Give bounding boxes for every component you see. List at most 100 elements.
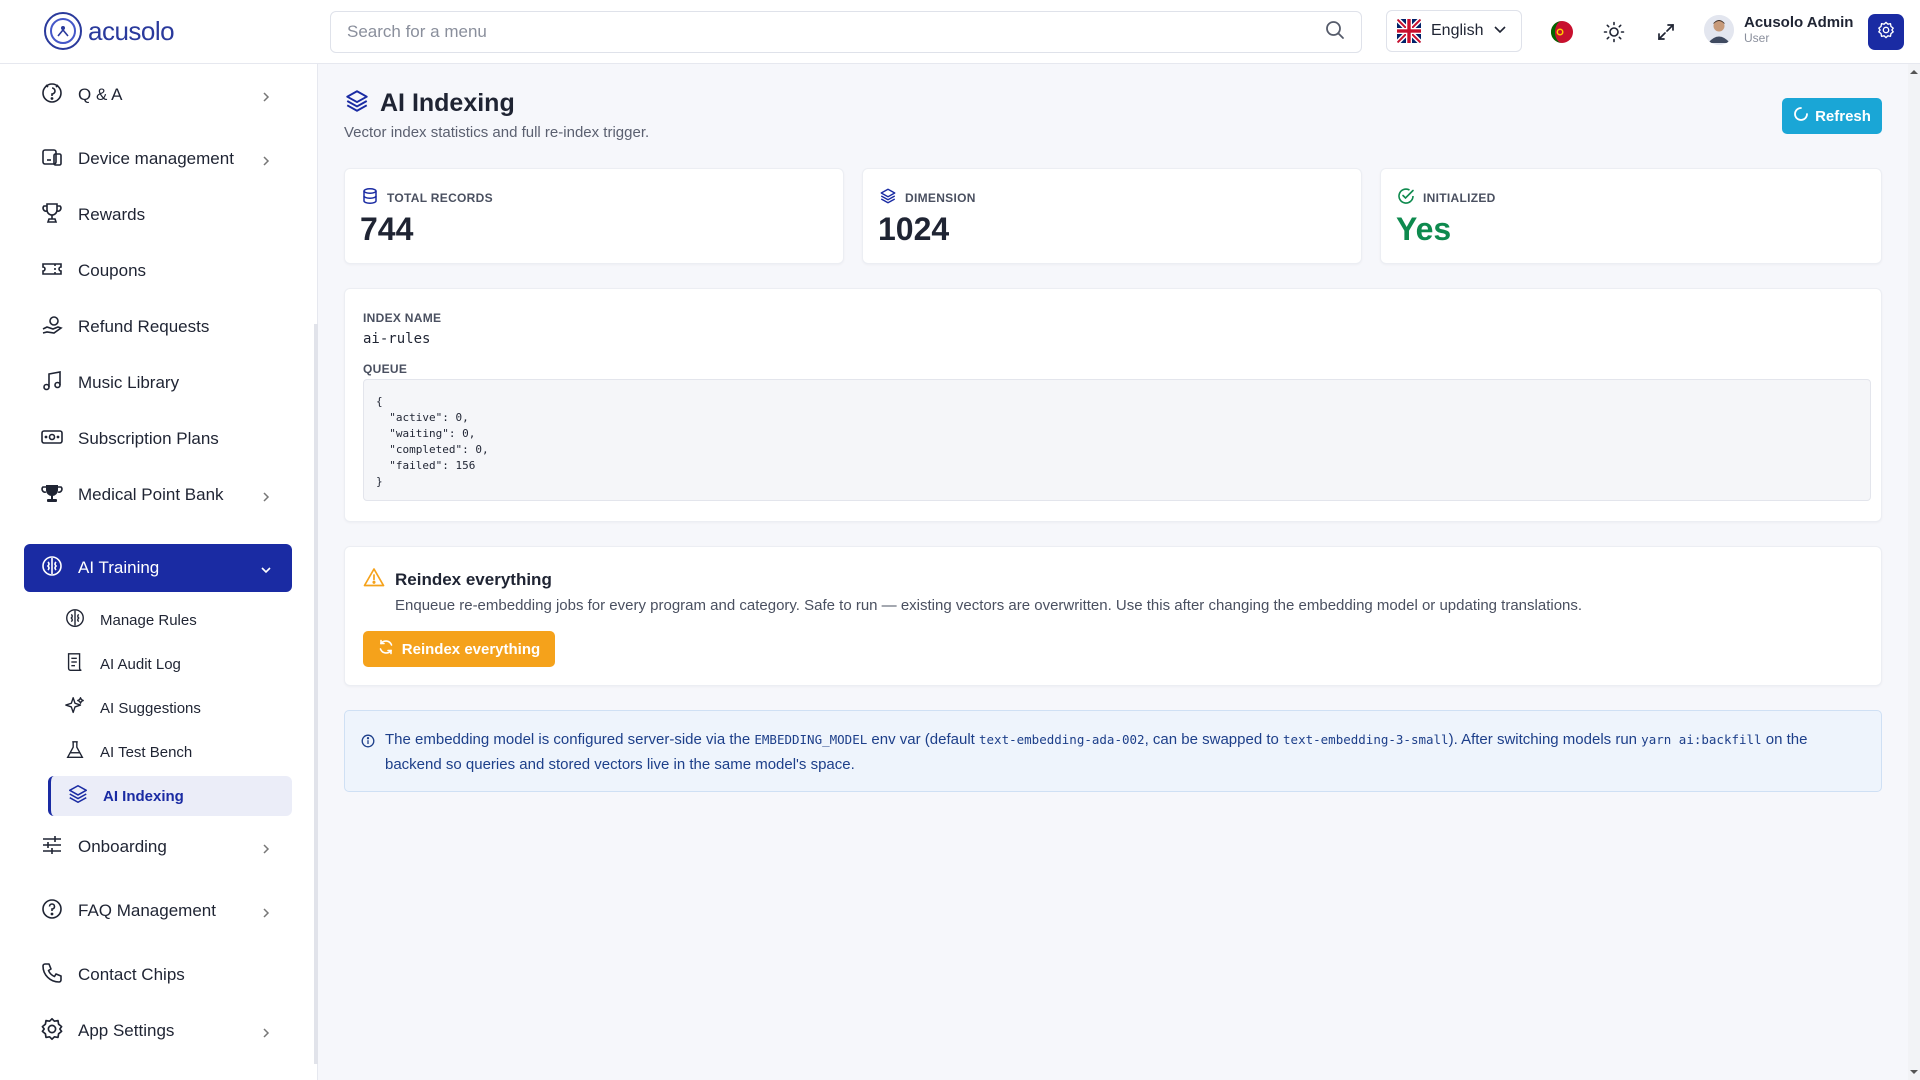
sidebar-item-coupons[interactable]: Coupons — [24, 247, 292, 295]
language-selector[interactable]: English — [1386, 10, 1522, 52]
reindex-title: Reindex everything — [395, 569, 552, 589]
sidebar-item-app-settings[interactable]: App Settings — [24, 1007, 292, 1055]
avatar — [1704, 14, 1734, 45]
stat-value: 1024 — [878, 211, 950, 247]
language-label: English — [1431, 22, 1484, 39]
sidebar-subitem-ai-test-bench[interactable]: AI Test Bench — [48, 732, 292, 772]
fullscreen-icon[interactable] — [1650, 16, 1682, 48]
queue-json: { "active": 0, "waiting": 0, "completed"… — [363, 379, 1871, 501]
stat-label: INITIALIZED — [1423, 190, 1496, 205]
sidebar-item-label: Device management — [78, 149, 234, 168]
sidebar-subitem-ai-suggestions[interactable]: AI Suggestions — [48, 688, 292, 728]
info-alert: The embedding model is configured server… — [344, 710, 1882, 792]
alt-model-code: text-embedding-3-small — [1283, 732, 1449, 747]
brain-icon — [40, 554, 64, 583]
stat-card-total-records: TOTAL RECORDS 744 — [344, 168, 844, 264]
sidebar-item-music-library[interactable]: Music Library — [24, 359, 292, 407]
chevron-right-icon — [260, 1024, 272, 1044]
layers-icon — [344, 88, 370, 119]
stat-card-dimension: DIMENSION 1024 — [862, 168, 1362, 264]
sidebar-subitem-label: AI Suggestions — [100, 699, 201, 717]
refund-icon — [40, 313, 64, 342]
sidebar-subitem-label: AI Indexing — [103, 787, 184, 805]
user-role: User — [1744, 31, 1770, 45]
refresh-button[interactable]: Refresh — [1782, 98, 1882, 134]
warning-icon — [363, 567, 385, 592]
chevron-right-icon — [260, 488, 272, 508]
sidebar-item-label: App Settings — [78, 1021, 175, 1040]
search-input[interactable] — [347, 22, 1325, 42]
sidebar-item-refund-requests[interactable]: Refund Requests — [24, 303, 292, 351]
settings-button[interactable] — [1868, 14, 1904, 50]
sidebar-item-label: Medical Point Bank — [78, 485, 224, 504]
logo-icon — [44, 12, 82, 50]
sidebar-item-subscription-plans[interactable]: Subscription Plans — [24, 415, 292, 463]
sidebar-subitem-ai-indexing[interactable]: AI Indexing — [48, 776, 292, 816]
check-circle-icon — [1397, 187, 1415, 208]
sidebar-item-ai-training[interactable]: AI Training — [24, 544, 292, 592]
cup-icon — [40, 481, 64, 510]
stat-label: DIMENSION — [905, 190, 976, 205]
sidebar-item-label: FAQ Management — [78, 901, 216, 920]
gear-icon — [40, 1017, 64, 1046]
sidebar-item-medical-point-bank[interactable]: Medical Point Bank — [24, 471, 292, 519]
sidebar-item-faq-management[interactable]: FAQ Management — [24, 887, 292, 935]
queue-label: QUEUE — [363, 362, 408, 376]
chevron-right-icon — [260, 904, 272, 924]
sidebar-item-label: Onboarding — [78, 837, 167, 856]
stat-value: Yes — [1396, 211, 1452, 247]
sidebar-item-label: Rewards — [78, 205, 146, 224]
backfill-command-code: yarn ai:backfill — [1641, 732, 1762, 747]
reindex-card: Reindex everything Enqueue re-embedding … — [344, 546, 1882, 686]
stat-value: 744 — [360, 211, 414, 247]
index-name-value: ai-rules — [363, 331, 431, 347]
spinner-icon — [1793, 106, 1809, 126]
sidebar-subitem-ai-audit-log[interactable]: AI Audit Log — [48, 644, 292, 684]
chevron-down-icon — [1493, 22, 1507, 41]
page-title: AI Indexing — [344, 88, 515, 119]
top-header: acusolo English — [0, 0, 1920, 64]
layers-icon — [879, 187, 897, 208]
index-card: INDEX NAME ai-rules QUEUE { "active": 0,… — [344, 288, 1882, 522]
flask-icon — [64, 739, 86, 765]
app-logo[interactable]: acusolo — [44, 12, 175, 50]
trophy-icon — [40, 201, 64, 230]
portugal-flag-icon[interactable] — [1546, 16, 1578, 48]
sidebar-subitem-label: AI Test Bench — [100, 743, 193, 761]
search-icon[interactable] — [1325, 20, 1345, 45]
user-name: Acusolo Admin — [1744, 14, 1854, 31]
stat-label: TOTAL RECORDS — [387, 190, 493, 205]
sidebar-item-label: Contact Chips — [78, 965, 185, 984]
sidebar-item-label: Coupons — [78, 261, 147, 280]
reindex-button-label: Reindex everything — [401, 640, 541, 658]
help-icon — [40, 897, 64, 926]
database-icon — [361, 187, 379, 208]
sidebar-item-onboarding[interactable]: Onboarding — [24, 823, 292, 871]
chevron-right-icon — [260, 152, 272, 172]
phone-icon — [40, 961, 64, 990]
qa-icon — [40, 81, 64, 110]
sidebar-subitem-manage-rules[interactable]: Manage Rules — [48, 600, 292, 640]
sidebar-item-contact-chips[interactable]: Contact Chips — [24, 951, 292, 999]
sun-icon[interactable] — [1598, 16, 1630, 48]
refresh-icon — [378, 639, 394, 659]
sidebar-scrollbar[interactable] — [314, 324, 318, 1064]
layers-icon — [67, 783, 89, 809]
uk-flag-icon — [1397, 19, 1421, 43]
main-scrollbar[interactable] — [1908, 64, 1920, 1080]
sidebar-item-qa[interactable]: Q & A — [24, 71, 292, 119]
sidebar-item-device-management[interactable]: Device management — [24, 135, 292, 183]
env-var-code: EMBEDDING_MODEL — [754, 732, 868, 747]
refresh-label: Refresh — [1815, 107, 1871, 125]
sidebar-subitem-label: Manage Rules — [100, 611, 197, 629]
search-bar[interactable] — [330, 11, 1362, 53]
sidebar-subitem-label: AI Audit Log — [100, 655, 181, 673]
sidebar-item-rewards[interactable]: Rewards — [24, 191, 292, 239]
reindex-button[interactable]: Reindex everything — [363, 631, 555, 667]
index-name-label: INDEX NAME — [363, 311, 442, 325]
chevron-right-icon — [260, 88, 272, 108]
sparkle-icon — [64, 695, 86, 721]
sliders-icon — [40, 833, 64, 862]
user-menu[interactable]: Acusolo Admin User — [1704, 14, 1853, 45]
gear-icon — [1877, 21, 1895, 44]
